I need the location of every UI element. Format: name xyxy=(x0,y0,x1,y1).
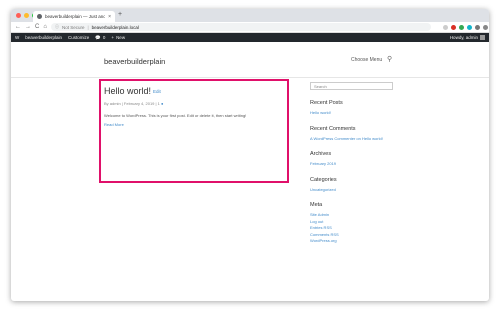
browser-toolbar: ← → C ⌂ ⓘ Not Secure | beaverbuilderplai… xyxy=(11,22,489,33)
browser-window: beaverbuilderplain — Just ano... × + ← →… xyxy=(11,9,489,301)
reload-button[interactable]: C xyxy=(35,24,39,30)
post-title[interactable]: Hello world! xyxy=(104,86,151,96)
search-input[interactable]: Search xyxy=(310,82,393,90)
site-title[interactable]: beaverbuilderplain xyxy=(104,57,165,66)
archive-link[interactable]: February 2019 xyxy=(310,161,400,167)
comments-rss-link[interactable]: Comments RSS xyxy=(310,232,400,238)
search-icon[interactable]: ⚲ xyxy=(387,55,392,63)
extension-teal-icon[interactable] xyxy=(466,24,472,30)
browser-tab[interactable]: beaverbuilderplain — Just ano... × xyxy=(33,11,115,22)
star-icon[interactable] xyxy=(442,24,448,30)
post-meta-text: By admin | February 4, 2019 | 1 xyxy=(104,101,160,106)
admin-bar-site-name[interactable]: beaverbuilderplain xyxy=(25,35,62,40)
minimize-window-button[interactable] xyxy=(24,13,29,18)
site-header: beaverbuilderplain Choose Menu ⚲ xyxy=(11,42,489,78)
back-button[interactable]: ← xyxy=(15,24,21,30)
categories-title: Categories xyxy=(310,176,337,183)
url-text[interactable]: beaverbuilderplain.local xyxy=(92,25,139,30)
choose-menu-link[interactable]: Choose Menu xyxy=(351,57,382,63)
profile-avatar-icon[interactable] xyxy=(482,24,488,30)
post-meta: By admin | February 4, 2019 | 1 ● xyxy=(104,101,163,106)
comment-icon: 💬 xyxy=(95,34,101,40)
meta-links: Site Admin Log out Entries RSS Comments … xyxy=(310,212,400,244)
info-icon[interactable]: ⓘ xyxy=(55,24,59,30)
post-body: Welcome to WordPress. This is your first… xyxy=(104,113,247,118)
comment-bubble-icon[interactable]: ● xyxy=(161,101,163,106)
tab-title: beaverbuilderplain — Just ano... xyxy=(45,14,106,19)
recent-comment-link[interactable]: A WordPress Commenter on Hello world! xyxy=(310,136,400,142)
comments-count: 0 xyxy=(102,35,106,40)
not-secure-label: Not Secure xyxy=(61,24,85,30)
recent-post-link[interactable]: Hello world! xyxy=(310,110,400,116)
category-link[interactable]: Uncategorized xyxy=(310,187,400,193)
tab-strip: beaverbuilderplain — Just ano... × + xyxy=(11,9,489,22)
avatar xyxy=(480,35,485,40)
recent-posts-title: Recent Posts xyxy=(310,100,343,106)
wordpress-favicon-icon xyxy=(37,14,42,19)
home-button[interactable]: ⌂ xyxy=(43,24,47,30)
admin-bar-account[interactable]: Howdy, admin xyxy=(450,35,485,40)
recent-comments-title: Recent Comments xyxy=(310,125,356,132)
admin-bar-customize[interactable]: Customize xyxy=(68,35,89,40)
tab-close-icon[interactable]: × xyxy=(108,14,111,20)
admin-bar-new[interactable]: + New xyxy=(111,35,125,40)
log-out-link[interactable]: Log out xyxy=(310,219,400,225)
extension-green-icon[interactable] xyxy=(458,24,464,30)
plus-icon: + xyxy=(111,35,115,40)
admin-bar-comments[interactable]: 💬 0 xyxy=(95,35,105,41)
post-edit-link[interactable]: Edit xyxy=(153,89,161,94)
address-bar[interactable]: ⓘ Not Secure | beaverbuilderplain.local xyxy=(50,23,431,31)
howdy-label: Howdy, admin xyxy=(449,35,478,40)
meta-title: Meta xyxy=(310,202,323,208)
sidebar: Search Recent Posts Hello world! Recent … xyxy=(310,82,400,244)
extension-red-icon[interactable] xyxy=(450,24,456,30)
wordpress-org-link[interactable]: WordPress.org xyxy=(310,238,400,244)
wp-admin-bar: W beaverbuilderplain Customize 💬 0 + New… xyxy=(11,33,489,42)
new-label: New xyxy=(116,35,126,40)
site-admin-link[interactable]: Site Admin xyxy=(310,212,400,218)
new-tab-button[interactable]: + xyxy=(118,11,122,18)
read-more-link[interactable]: Read More xyxy=(104,122,124,127)
wordpress-logo-icon[interactable]: W xyxy=(15,35,19,40)
archives-title: Archives xyxy=(310,151,332,157)
extension-icons xyxy=(442,24,489,30)
entries-rss-link[interactable]: Entries RSS xyxy=(310,225,400,231)
omnibox-separator: | xyxy=(87,24,89,30)
forward-button[interactable]: → xyxy=(25,24,31,30)
close-window-button[interactable] xyxy=(16,13,21,18)
extension-gray-icon[interactable] xyxy=(474,24,480,30)
